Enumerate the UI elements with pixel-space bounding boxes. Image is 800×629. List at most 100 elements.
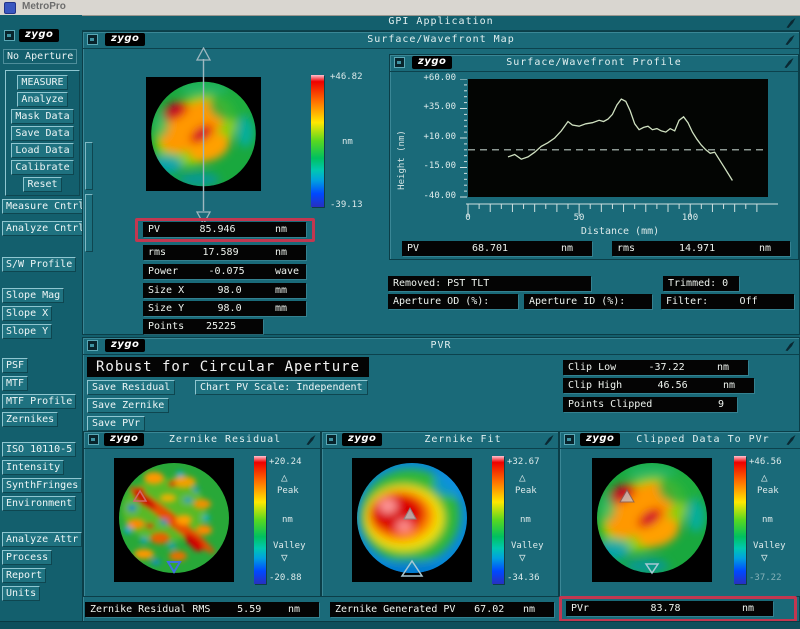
chart-pv-scale-button[interactable]: Chart PV Scale: Independent xyxy=(195,380,368,395)
save-residual-button[interactable]: Save Residual xyxy=(87,380,176,395)
brush-icon[interactable] xyxy=(785,17,797,29)
brush-icon[interactable] xyxy=(784,34,796,46)
size-x-stat: Size X 98.0 mm xyxy=(143,283,306,298)
slice-arrow[interactable] xyxy=(195,47,212,225)
window-menu-icon[interactable] xyxy=(4,30,15,41)
stat-unit: nm xyxy=(523,604,536,615)
stat-unit: nm xyxy=(759,243,772,254)
trimmed-box: Trimmed: 0 xyxy=(663,276,739,291)
info-label: Aperture ID (%): xyxy=(529,296,626,307)
analyze-cntrl-button[interactable]: Analyze Cntrl xyxy=(2,221,89,236)
size-y-stat: Size Y 98.0 mm xyxy=(143,301,306,316)
stat-label: PV xyxy=(148,224,161,235)
stat-value: 67.02 xyxy=(474,604,505,615)
process-button[interactable]: Process xyxy=(2,550,53,565)
pvr-result: PVr 83.78 nm xyxy=(566,601,773,616)
mtf-button[interactable]: MTF xyxy=(2,376,29,391)
gpi-titlebar: GPI Application xyxy=(82,15,800,31)
mtf-profile-button[interactable]: MTF Profile xyxy=(2,394,77,409)
edge-tab[interactable] xyxy=(85,194,93,252)
aperture-od-box: Aperture OD (%): xyxy=(388,294,518,309)
clip-high-stat: Clip High 46.56 nm xyxy=(563,378,754,393)
stat-value: 14.971 xyxy=(678,243,716,254)
brush-icon[interactable] xyxy=(543,434,555,446)
stat-label: Clip Low xyxy=(568,362,617,373)
pv-stat: PV 85.946 nm xyxy=(143,222,306,237)
stat-label: rms xyxy=(617,243,636,254)
y-tick: +35.00 xyxy=(423,102,456,112)
removed-box: Removed: PST TLT xyxy=(388,276,591,291)
sw-profile-button[interactable]: S/W Profile xyxy=(2,257,77,272)
x-tick: 100 xyxy=(681,213,699,223)
subwindow-titlebar: zygo Clipped Data To PVr xyxy=(560,432,800,449)
subwindow-title: Zernike Residual xyxy=(168,434,282,445)
brush-icon[interactable] xyxy=(785,434,797,446)
stat-value: 17.589 xyxy=(202,247,239,258)
zernike-residual-window: zygo Zernike Residual +20.24 △ Peak nm V… xyxy=(83,431,321,597)
units-button[interactable]: Units xyxy=(2,586,41,601)
stat-value: 83.78 xyxy=(650,603,681,614)
slope-x-button[interactable]: Slope X xyxy=(2,306,53,321)
subwindow-title: Clipped Data To PVr xyxy=(636,434,770,445)
peak-icon: △ xyxy=(761,471,768,484)
window-menu-icon[interactable] xyxy=(326,434,337,445)
window-menu-icon[interactable] xyxy=(88,434,99,445)
slope-y-button[interactable]: Slope Y xyxy=(2,324,53,339)
colorbar-unit: nm xyxy=(520,515,531,525)
mask-data-button[interactable]: Mask Data xyxy=(11,109,74,124)
zernike-fit-window: zygo Zernike Fit +32.67 △ Peak nm Valley… xyxy=(321,431,559,597)
zernike-residual-map xyxy=(114,458,234,582)
load-data-button[interactable]: Load Data xyxy=(11,143,74,158)
x-tick: 0 xyxy=(465,213,471,223)
subwindow-titlebar: zygo Zernike Fit xyxy=(322,432,558,449)
window-menu-icon[interactable] xyxy=(564,434,575,445)
save-pvr-button[interactable]: Save PVr xyxy=(87,416,146,431)
info-label: Trimmed: xyxy=(668,278,717,289)
iso-button[interactable]: ISO 10110-5 xyxy=(2,442,77,457)
analyze-button[interactable]: Analyze xyxy=(17,92,68,107)
measure-cntrl-button[interactable]: Measure Cntrl xyxy=(2,199,89,214)
stat-label: Points Clipped xyxy=(568,399,653,410)
os-titlebar: MetroPro xyxy=(0,0,800,16)
colorbar-min: -34.36 xyxy=(507,573,540,583)
valley-label: Valley xyxy=(753,541,786,551)
valley-label: Valley xyxy=(511,541,544,551)
stat-label: Power xyxy=(148,266,179,277)
environment-button[interactable]: Environment xyxy=(2,496,77,511)
brush-icon[interactable] xyxy=(783,57,795,69)
stat-label: Zernike Generated PV xyxy=(335,604,456,615)
edge-tab[interactable] xyxy=(85,142,93,190)
analyze-attr-button[interactable]: Analyze Attr xyxy=(2,532,83,547)
filter-box: Filter: Off xyxy=(661,294,794,309)
brush-icon[interactable] xyxy=(784,340,796,352)
metropro-icon xyxy=(4,2,16,14)
synthfringes-button[interactable]: SynthFringes xyxy=(2,478,83,493)
pvr-window: zygo PVR Robust for Circular Aperture Sa… xyxy=(82,337,800,624)
x-tick: 50 xyxy=(573,213,585,223)
aperture-label[interactable]: No Aperture xyxy=(3,49,78,64)
slope-mag-button[interactable]: Slope Mag xyxy=(2,288,65,303)
sidebar: zygo No Aperture MEASURE Analyze Mask Da… xyxy=(0,15,89,629)
peak-icon: △ xyxy=(281,471,288,484)
report-button[interactable]: Report xyxy=(2,568,47,583)
profile-y-axis-label: Height (nm) xyxy=(397,130,407,190)
brush-icon[interactable] xyxy=(305,434,317,446)
intensity-button[interactable]: Intensity xyxy=(2,460,65,475)
info-label: Filter: xyxy=(666,296,709,307)
zygo-logo: zygo xyxy=(19,29,60,42)
reset-button[interactable]: Reset xyxy=(23,177,62,192)
clipped-data-map xyxy=(592,458,712,582)
y-tick: +10.00 xyxy=(423,132,456,142)
zernikes-button[interactable]: Zernikes xyxy=(2,412,59,427)
map-window-title: Surface/Wavefront Map xyxy=(367,34,515,45)
stat-value: 9 xyxy=(717,399,724,410)
stat-unit: nm xyxy=(275,224,288,235)
psf-button[interactable]: PSF xyxy=(2,358,29,373)
calibrate-button[interactable]: Calibrate xyxy=(11,160,74,175)
save-zernike-button[interactable]: Save Zernike xyxy=(87,398,170,413)
peak-icon: △ xyxy=(519,471,526,484)
save-data-button[interactable]: Save Data xyxy=(11,126,74,141)
measure-button[interactable]: MEASURE xyxy=(17,75,68,90)
colorbar xyxy=(492,456,504,584)
stat-unit: nm xyxy=(717,362,730,373)
